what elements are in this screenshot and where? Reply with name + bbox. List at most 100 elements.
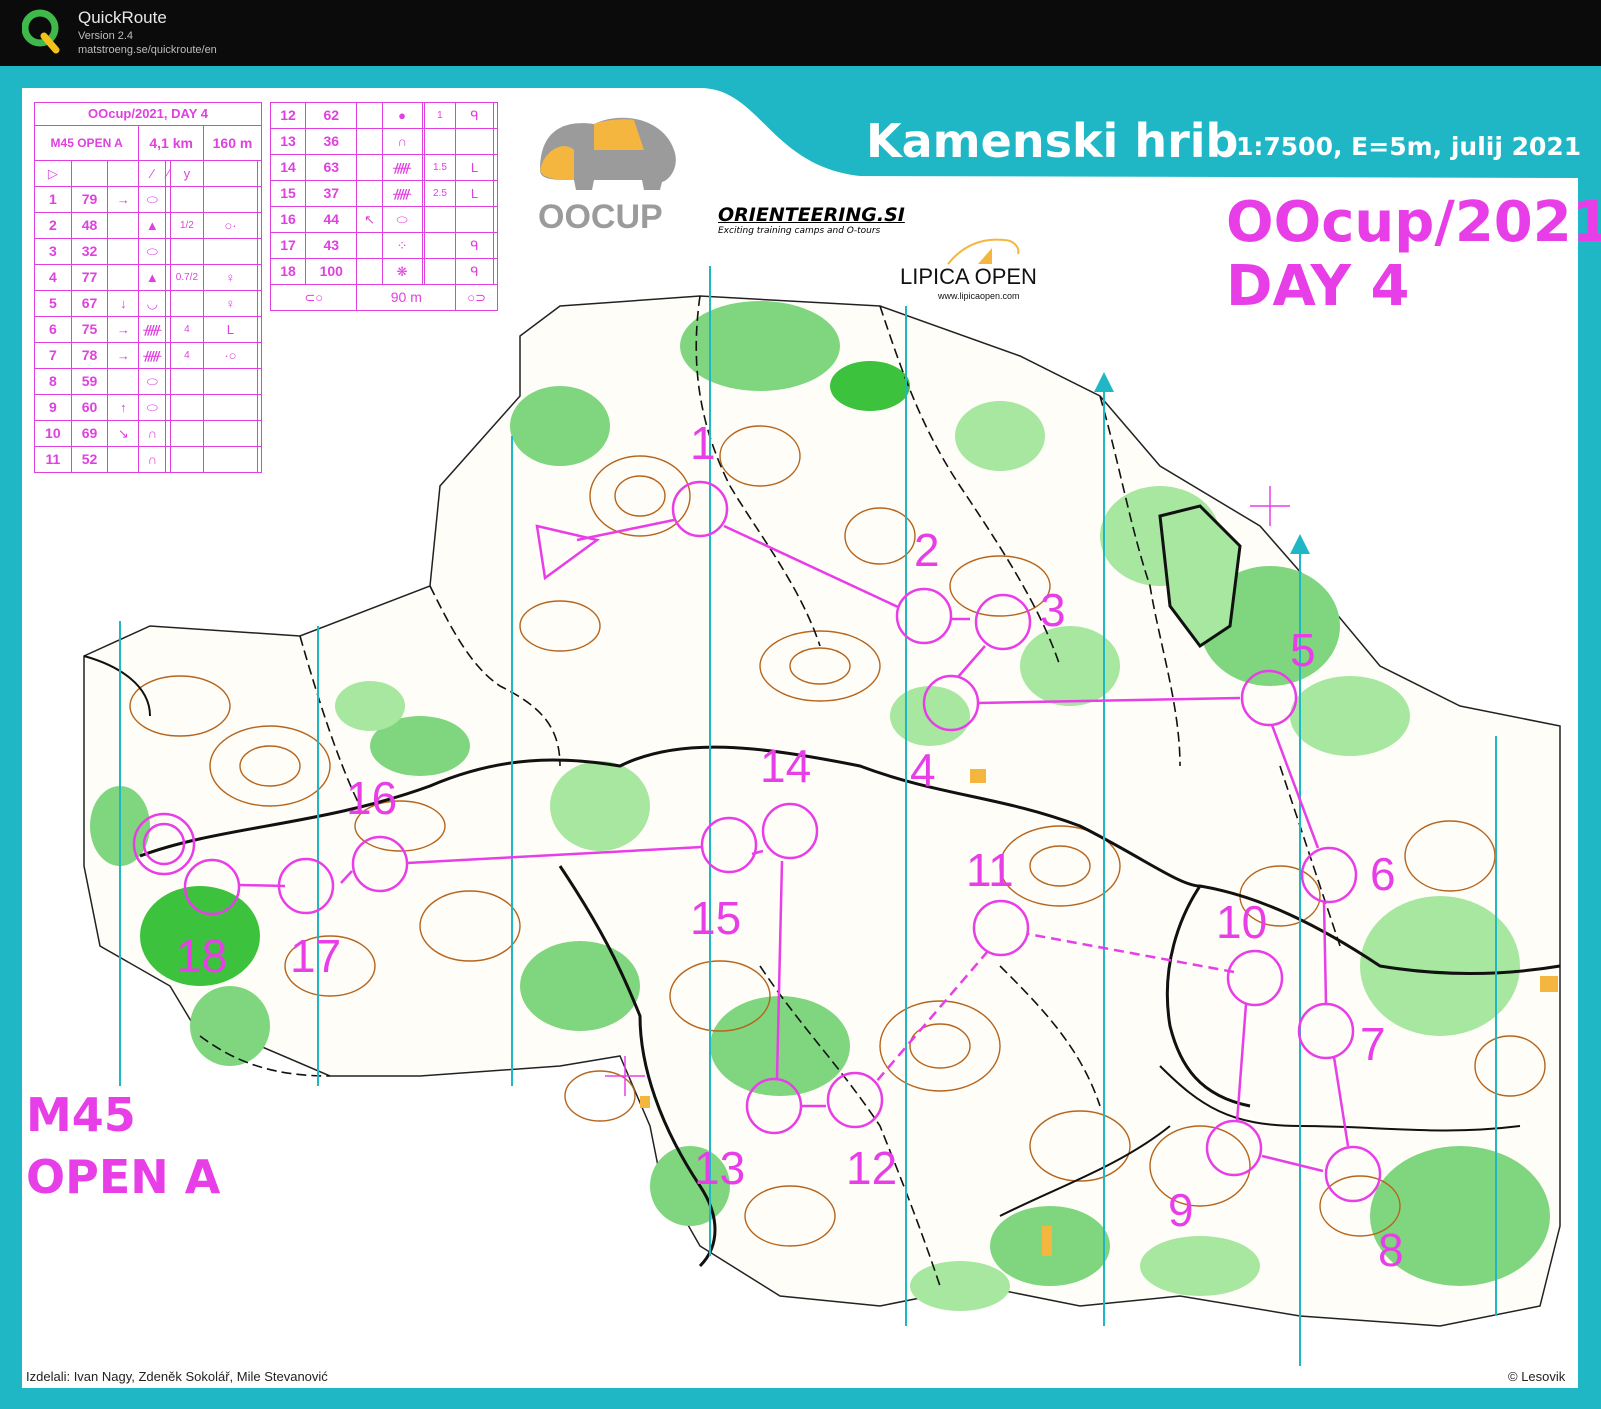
description-feature: ∩ <box>381 128 423 155</box>
description-other <box>492 102 499 129</box>
description-row: 5 67 ↓ ◡ ♀ <box>34 290 263 317</box>
description-other <box>256 238 263 265</box>
description-other <box>492 180 499 207</box>
description-other <box>492 232 499 259</box>
description-direction: ↖ <box>356 206 383 233</box>
description-length: 4,1 km <box>138 125 204 161</box>
description-feature: ● <box>381 102 423 129</box>
description-dimension <box>169 238 204 265</box>
lipica-open-name: LIPICA OPEN <box>900 264 1037 289</box>
description-dimension: 0.7/2 <box>169 264 204 291</box>
description-other <box>492 258 499 285</box>
description-control-number: 10 <box>34 420 72 447</box>
description-detail: L <box>455 180 494 207</box>
description-control-code: 79 <box>70 186 109 213</box>
control-11-number: 11 <box>966 844 1014 896</box>
description-direction <box>107 446 140 473</box>
app-titlebar: QuickRoute Version 2.4 matstroeng.se/qui… <box>0 0 1601 66</box>
description-dimension: 4 <box>169 316 204 343</box>
description-direction <box>356 102 383 129</box>
description-control-number: 13 <box>269 128 307 155</box>
description-detail: ᑫ <box>455 258 494 285</box>
quickroute-logo-icon <box>22 9 60 54</box>
mappers-credit: Izdelali: Ivan Nagy, Zdeněk Sokolář, Mil… <box>26 1369 328 1384</box>
control-17-number: 17 <box>290 930 341 982</box>
description-control-number: 6 <box>34 316 72 343</box>
description-feature: ⁘ <box>381 232 423 259</box>
description-dimension: 1/2 <box>169 212 204 239</box>
description-direction: ↘ <box>107 420 140 447</box>
oocup-logo-text: OOCUP <box>538 198 663 232</box>
lipica-open-url: www.lipicaopen.com <box>938 291 1020 301</box>
finish-distance: 90 m <box>356 284 457 311</box>
map-scale-info: 1:7500, E=5m, julij 2021 <box>1236 132 1582 161</box>
description-detail: ○· <box>202 212 258 239</box>
description-detail <box>455 206 494 233</box>
description-control-code: 63 <box>305 154 358 181</box>
description-detail <box>202 446 258 473</box>
description-detail <box>202 420 258 447</box>
description-other <box>492 128 499 155</box>
control-8-number: 8 <box>1378 1224 1404 1276</box>
description-dimension: 4 <box>169 342 204 369</box>
description-control-number: 14 <box>269 154 307 181</box>
description-climb: 160 m <box>202 125 263 161</box>
description-other <box>256 368 263 395</box>
map-viewport[interactable]: 1 2 3 4 5 6 7 8 9 10 11 12 13 14 15 16 1… <box>0 66 1601 1409</box>
description-row: 4 77 ▲ 0.7/2 ♀ <box>34 264 263 291</box>
description-dimension <box>169 290 204 317</box>
orienteering-si-tagline: Exciting training camps and O-tours <box>718 226 881 236</box>
control-12-number: 12 <box>846 1142 897 1194</box>
description-feature: ▲ <box>138 212 167 239</box>
description-direction <box>356 128 383 155</box>
description-control-number: 18 <box>269 258 307 285</box>
description-control-code: 36 <box>305 128 358 155</box>
description-control-code: 60 <box>70 394 109 421</box>
description-control-number: 8 <box>34 368 72 395</box>
description-dimension <box>169 186 204 213</box>
description-detail: ·○ <box>202 342 258 369</box>
description-control-code: 62 <box>305 102 358 129</box>
description-row: 7 78 → ᚏ 4 ·○ <box>34 342 263 369</box>
description-detail <box>455 128 494 155</box>
description-direction <box>356 232 383 259</box>
description-feature: ∩ <box>138 446 167 473</box>
description-control-number: 16 <box>269 206 307 233</box>
description-control-code: 52 <box>70 446 109 473</box>
description-direction <box>107 238 140 265</box>
description-other <box>492 154 499 181</box>
control-7-number: 7 <box>1360 1018 1386 1070</box>
description-row: 13 36 ∩ <box>269 128 499 155</box>
description-row: 2 48 ▲ 1/2 ○· <box>34 212 263 239</box>
map-title: Kamenski hrib <box>866 114 1239 168</box>
description-control-code: 59 <box>70 368 109 395</box>
description-row: 17 43 ⁘ ᑫ <box>269 232 499 259</box>
description-feature: ▲ <box>138 264 167 291</box>
description-control-number: 15 <box>269 180 307 207</box>
description-detail <box>202 238 258 265</box>
description-control-number: 1 <box>34 186 72 213</box>
control-description-table-continued: 12 62 ● 1 ᑫ 13 36 ∩ 14 63 ᚏ 1.5 L 15 37 ᚏ 2.5 L 16 44 ↖ ⬭ 17 43… <box>269 102 499 311</box>
description-control-number: 3 <box>34 238 72 265</box>
description-dimension <box>169 368 204 395</box>
control-14-number: 14 <box>760 740 811 792</box>
control-2-number: 2 <box>914 524 940 576</box>
description-dimension <box>169 394 204 421</box>
description-row: 8 59 ⬭ <box>34 368 263 395</box>
app-url[interactable]: matstroeng.se/quickroute/en <box>78 44 217 56</box>
description-row: 18 100 ❋ ᑫ <box>269 258 499 285</box>
description-feature: ◡ <box>138 290 167 317</box>
description-direction: ↓ <box>107 290 140 317</box>
description-row: 1 79 → ⬭ <box>34 186 263 213</box>
description-direction <box>107 264 140 291</box>
description-dimension <box>423 206 457 233</box>
description-control-code: 37 <box>305 180 358 207</box>
description-header: OOcup/2021, DAY 4 <box>34 102 262 126</box>
description-detail: ♀ <box>202 264 258 291</box>
description-other <box>256 420 263 447</box>
description-direction: ↑ <box>107 394 140 421</box>
description-dimension <box>169 446 204 473</box>
description-row: 12 62 ● 1 ᑫ <box>269 102 499 129</box>
description-other <box>256 446 263 473</box>
description-other <box>256 212 263 239</box>
